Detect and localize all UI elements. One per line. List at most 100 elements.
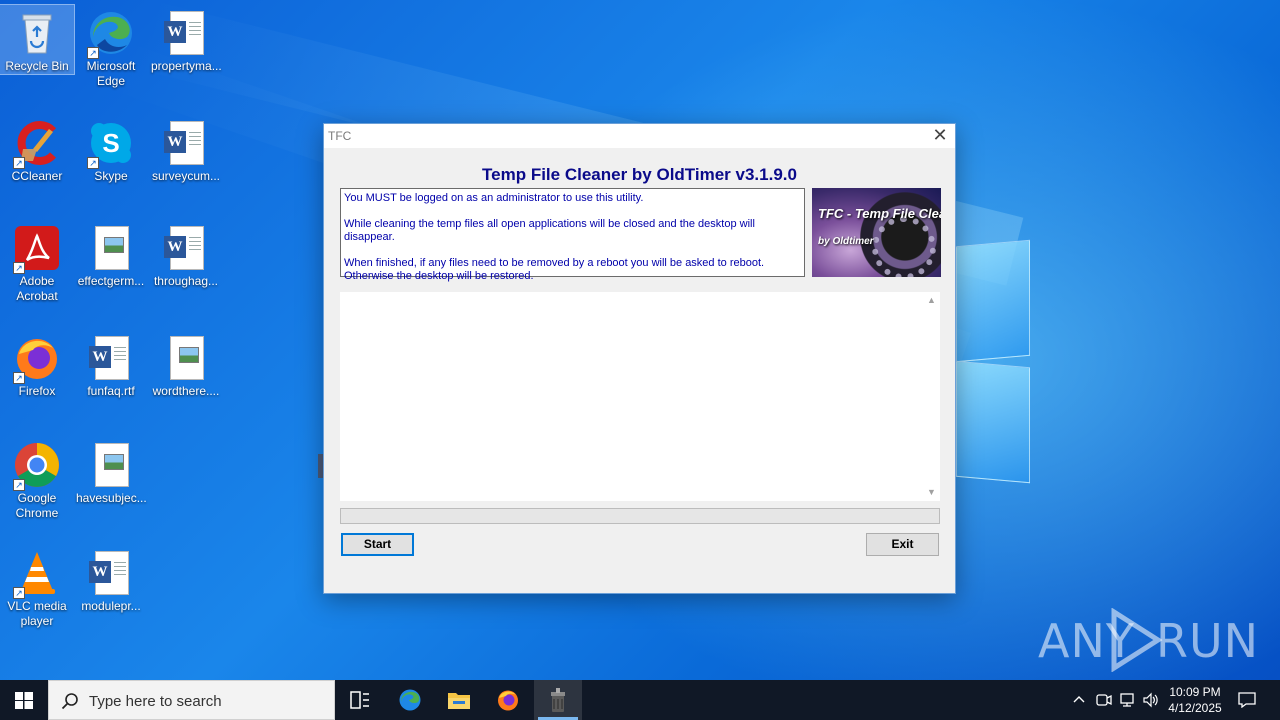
shortcut-arrow-icon: ↗: [87, 47, 99, 59]
desktop-icon-microsoft-edge[interactable]: ↗ Microsoft Edge: [74, 5, 148, 89]
watermark-text-right: RUN: [1156, 614, 1260, 668]
desktop-icon-label: Firefox: [18, 384, 56, 398]
desktop-icon-image-file[interactable]: effectgerm...: [74, 220, 148, 289]
shortcut-arrow-icon: ↗: [13, 587, 25, 599]
desktop-icon-label: CCleaner: [11, 169, 63, 183]
skype-icon: S ↗: [87, 119, 135, 169]
word-document-icon: W: [162, 224, 210, 272]
vlc-icon: ↗: [13, 549, 61, 599]
recycle-bin-icon: [13, 9, 61, 57]
desktop-icon-word-file[interactable]: W funfaq.rtf: [74, 330, 148, 399]
desktop-icon-label: funfaq.rtf: [87, 384, 135, 398]
anyrun-watermark: ANY RUN: [1038, 608, 1258, 674]
tray-meet-now[interactable]: [1093, 680, 1115, 720]
taskbar-file-explorer[interactable]: [435, 680, 483, 720]
shortcut-arrow-icon: ↗: [87, 157, 99, 169]
windows-logo-icon: [15, 692, 33, 709]
desktop-icon-label: effectgerm...: [77, 274, 145, 288]
desktop-icon-label: Microsoft Edge: [86, 59, 136, 88]
desktop-icon-image-file[interactable]: havesubjec...: [74, 437, 148, 506]
tray-network[interactable]: [1117, 680, 1139, 720]
start-button[interactable]: Start: [341, 533, 414, 556]
task-view-icon: [350, 691, 369, 709]
tfc-window[interactable]: TFC ✕ Temp File Cleaner by OldTimer v3.1…: [323, 123, 956, 594]
action-center-button[interactable]: [1232, 680, 1262, 720]
chevron-up-icon: [1073, 696, 1085, 703]
desktop-icon-ccleaner[interactable]: ↗ CCleaner: [0, 115, 74, 184]
shortcut-arrow-icon: ↗: [13, 262, 25, 274]
camera-icon: [1096, 694, 1112, 706]
desktop-icon-label: Recycle Bin: [5, 59, 69, 73]
word-document-icon: W: [162, 9, 210, 57]
taskbar-edge[interactable]: [386, 680, 434, 720]
window-title: TFC: [328, 129, 352, 143]
image-file-icon: [87, 224, 135, 272]
word-document-icon: W: [87, 334, 135, 382]
wallpaper-logo-pane: [956, 360, 1030, 484]
desktop-icon-label: Skype: [94, 169, 128, 183]
desktop-icon-label: throughag...: [153, 274, 219, 288]
show-hidden-icons-button[interactable]: [1068, 680, 1090, 720]
edge-icon: [399, 689, 421, 711]
desktop-icon-image-file[interactable]: wordthere....: [149, 330, 223, 399]
desktop-icon-label: surveycum...: [151, 169, 220, 183]
taskbar: Type here to search 10:09 PM 4/12/2025: [0, 680, 1280, 720]
desktop-icon-vlc[interactable]: ↗ VLC media player: [0, 545, 74, 629]
info-box: You MUST be logged on as an administrato…: [340, 188, 805, 282]
scroll-down-icon[interactable]: ▼: [923, 484, 940, 501]
close-icon: ✕: [932, 125, 948, 145]
svg-text:S: S: [102, 128, 119, 158]
logo-title: TFC - Temp File Cleaner: [818, 206, 941, 221]
chrome-icon: ↗: [13, 441, 61, 491]
clock-date: 4/12/2025: [1168, 701, 1222, 715]
scroll-up-icon[interactable]: ▲: [923, 292, 940, 309]
tray-volume[interactable]: [1141, 680, 1161, 720]
desktop-icon-firefox[interactable]: ↗ Firefox: [0, 330, 74, 399]
desktop-icon-word-file[interactable]: W propertyma...: [149, 5, 223, 74]
info-line: While cleaning the temp files all open a…: [344, 218, 755, 243]
desktop-icon-label: wordthere....: [152, 384, 220, 398]
folder-icon: [448, 693, 470, 709]
close-button[interactable]: ✕: [925, 124, 955, 148]
desktop-icon-word-file[interactable]: W modulepr...: [74, 545, 148, 614]
task-view-button[interactable]: [336, 680, 384, 720]
shortcut-arrow-icon: ↗: [13, 372, 25, 384]
info-line: You MUST be logged on as an administrato…: [344, 192, 644, 204]
ccleaner-icon: ↗: [13, 119, 61, 169]
wallpaper-logo-pane: [956, 239, 1030, 363]
desktop-icon-adobe-acrobat[interactable]: ↗ Adobe Acrobat: [0, 220, 74, 304]
volume-icon: [1143, 692, 1158, 708]
clock-time: 10:09 PM: [1169, 685, 1221, 699]
desktop: Recycle Bin ↗ CCleaner ↗ Adobe Acrobat ↗…: [0, 0, 1280, 680]
window-titlebar[interactable]: TFC ✕: [324, 124, 955, 148]
desktop-icon-label: Google Chrome: [15, 491, 59, 520]
vertical-scrollbar[interactable]: ▲ ▼: [923, 292, 940, 501]
search-icon: [61, 693, 78, 710]
shortcut-arrow-icon: ↗: [13, 157, 25, 169]
image-file-icon: [87, 441, 135, 489]
tfc-logo-image: TFC - Temp File Cleaner by Oldtimer: [812, 188, 941, 277]
taskbar-tfc[interactable]: [534, 680, 582, 720]
desktop-icon-label: havesubjec...: [76, 491, 147, 505]
desktop-icon-word-file[interactable]: W throughag...: [149, 220, 223, 289]
search-placeholder: Type here to search: [89, 693, 222, 710]
taskbar-clock[interactable]: 10:09 PM 4/12/2025: [1160, 684, 1230, 716]
desktop-icon-label: VLC media player: [7, 599, 67, 628]
start-button-taskbar[interactable]: [0, 680, 48, 720]
log-textarea[interactable]: ▲ ▼: [340, 292, 940, 501]
taskbar-search-box[interactable]: Type here to search: [48, 680, 335, 720]
exit-button[interactable]: Exit: [866, 533, 939, 556]
firefox-icon: [498, 690, 518, 711]
desktop-icon-skype[interactable]: S ↗ Skype: [74, 115, 148, 184]
notification-icon: [1238, 692, 1256, 708]
tfc-app-icon: [551, 688, 565, 712]
desktop-icon-word-file[interactable]: W surveycum...: [149, 115, 223, 184]
desktop-icon-google-chrome[interactable]: ↗ Google Chrome: [0, 437, 74, 521]
info-line: Otherwise the desktop will be restored.: [344, 270, 534, 282]
desktop-icon-recycle-bin[interactable]: Recycle Bin: [0, 4, 75, 75]
word-document-icon: W: [87, 549, 135, 597]
taskbar-firefox[interactable]: [484, 680, 532, 720]
word-document-icon: W: [162, 119, 210, 167]
image-file-icon: [162, 334, 210, 382]
network-icon: [1120, 693, 1134, 707]
